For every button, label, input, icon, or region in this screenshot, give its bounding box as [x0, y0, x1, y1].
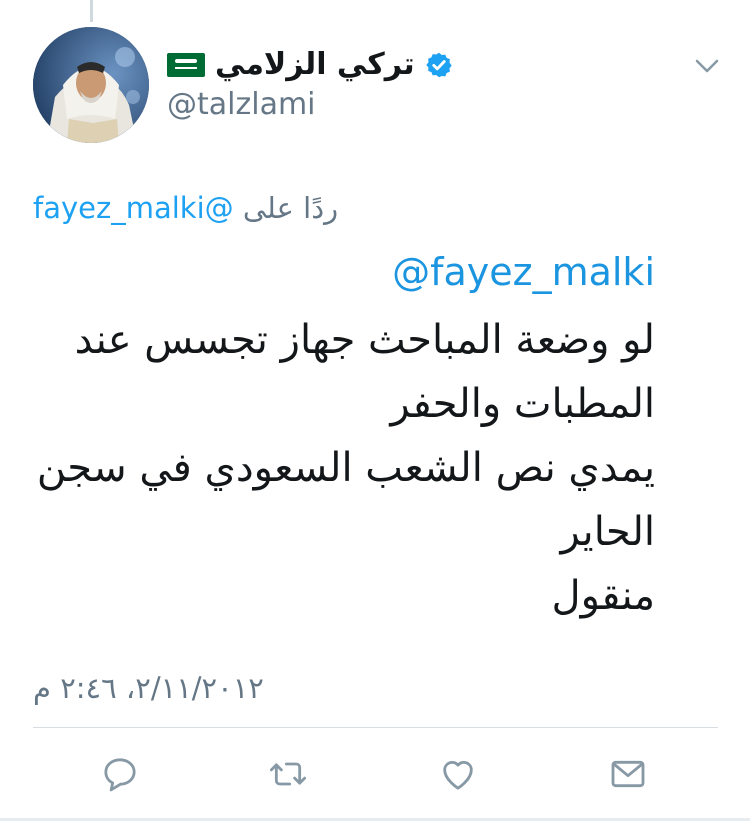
retweet-icon	[269, 762, 307, 786]
tweet-body: @fayez_malki لو وضعة المباحث جهاز تجسس ع…	[25, 248, 655, 628]
display-name[interactable]: تركي الزلامي	[215, 45, 415, 85]
tweet-timestamp[interactable]: ٢/١١/٢٠١٢، ٢:٤٦ م	[33, 668, 264, 708]
direct-message-button[interactable]	[606, 752, 650, 796]
tweet-text-line: لو وضعة المباحث جهاز تجسس عند	[74, 317, 655, 363]
name-row: تركي الزلامي	[167, 45, 527, 85]
reply-button[interactable]	[98, 752, 142, 796]
tweet-text-line: الحاير	[560, 509, 655, 555]
chevron-down-icon[interactable]	[693, 56, 721, 76]
tweet-mention-link[interactable]: @fayez_malki	[25, 248, 655, 296]
verified-badge-icon	[425, 52, 452, 78]
envelope-icon	[611, 760, 645, 788]
replying-to-line: ردًا على @fayez_malki	[33, 188, 393, 228]
tweet-actions-bar	[0, 752, 750, 796]
avatar[interactable]	[33, 27, 149, 143]
tweet-text-line: يمدي نص الشعب السعودي في سجن	[36, 445, 655, 491]
divider	[33, 727, 718, 728]
replying-to-label: ردًا على	[242, 191, 339, 225]
thread-connector-line	[90, 0, 93, 22]
tweet-text-line: منقول	[551, 573, 655, 619]
saudi-flag-icon	[167, 53, 205, 77]
avatar-image	[33, 27, 149, 143]
tweet-text-line: المطبات والحفر	[390, 381, 655, 427]
heart-icon	[443, 760, 473, 790]
username-handle[interactable]: @talzlami	[167, 87, 527, 123]
tweet-header: تركي الزلامي @talzlami	[167, 45, 527, 123]
like-button[interactable]	[436, 752, 480, 796]
retweet-button[interactable]	[266, 752, 310, 796]
reply-icon	[104, 758, 136, 792]
replying-to-mention-link[interactable]: @fayez_malki	[33, 191, 234, 225]
